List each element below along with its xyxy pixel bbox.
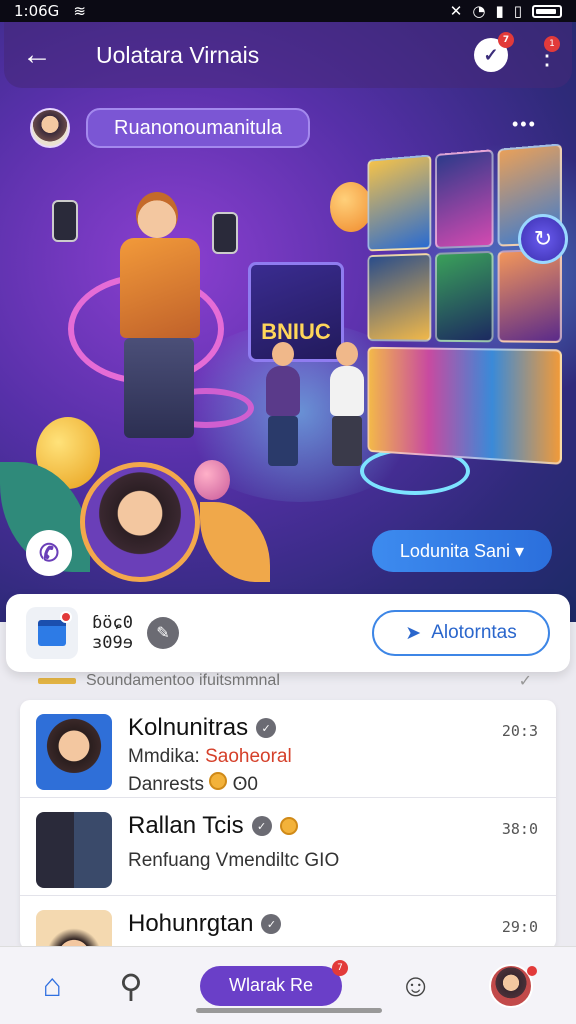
- collapsed-row-text: Soundamentoo ifuitsmmnal: [86, 672, 280, 689]
- character-head: [136, 192, 178, 238]
- video-tile: [367, 154, 432, 252]
- item-subtitle: Renfuang Vmendiltc GIO: [128, 850, 340, 871]
- avatar[interactable]: [30, 108, 70, 148]
- avatar[interactable]: [489, 963, 538, 1008]
- character-illustration: [322, 342, 372, 472]
- video-tile: [367, 346, 562, 465]
- kebab-icon[interactable]: ⋮ 1: [534, 36, 560, 68]
- character-body: [120, 238, 200, 338]
- item-detail: Danrests: [128, 774, 205, 795]
- character-body: [266, 366, 300, 416]
- signal-icon: ▮: [495, 2, 504, 20]
- verified-icon: ✓: [256, 718, 277, 738]
- stats-values: ɓöɕ0 ɜ09ɘ: [92, 613, 133, 653]
- item-title: Hohunrgtan: [128, 910, 254, 937]
- online-dot: [527, 965, 538, 976]
- status-time: 1:06G: [14, 2, 60, 20]
- share-icon[interactable]: ✆: [26, 530, 72, 576]
- nav-pill-label: Wlarak Re: [229, 975, 314, 995]
- chat-bubble-icon[interactable]: ☺: [399, 967, 432, 1004]
- lodunita-button[interactable]: Lodunita Sani ▾: [372, 530, 552, 572]
- chat-icon[interactable]: ✓ 7: [474, 32, 514, 72]
- item-subtitle-accent: Saoheoral: [205, 746, 292, 767]
- hero-banner: ← Uolatara Virnais ✓ 7 ⋮ 1 Ruanonoumanit…: [0, 22, 576, 622]
- character-body: [330, 366, 364, 416]
- balloon-decoration: [330, 182, 372, 232]
- app-bar: ← Uolatara Virnais ✓ 7 ⋮ 1: [4, 22, 572, 88]
- verified-icon: ✓: [261, 914, 282, 934]
- stats-line-1: ɓöɕ0: [92, 613, 133, 633]
- wifi-signal-icon: ◔: [472, 2, 486, 20]
- item-detail-extra: ʘ0: [232, 774, 258, 795]
- calendar-icon[interactable]: [26, 607, 78, 659]
- page-title: Uolatara Virnais: [96, 41, 260, 68]
- phone-icon: [52, 200, 78, 242]
- alotorntas-label: Alotorntas: [431, 622, 517, 643]
- coin-icon: [279, 817, 298, 835]
- item-thumbnail: [36, 910, 112, 950]
- character-head: [336, 342, 358, 366]
- refresh-icon[interactable]: ↻: [518, 214, 568, 264]
- send-icon: ➤: [405, 622, 422, 644]
- sim-icon: ▯: [513, 2, 522, 20]
- notification-badge: 7: [498, 32, 514, 48]
- back-arrow-icon[interactable]: ←: [22, 38, 66, 72]
- item-title: Kolnunitras: [128, 714, 249, 741]
- character-legs: [332, 416, 362, 466]
- conversation-list: Kolnunitras ✓ Mmdika: Saoheoral Danrests …: [20, 700, 556, 950]
- more-icon[interactable]: •••: [512, 114, 537, 135]
- item-subtitle: Mmdika:: [128, 746, 206, 767]
- video-tile: [497, 248, 562, 344]
- video-tile: [435, 250, 494, 343]
- video-tile: [367, 253, 432, 342]
- mute-icon: ✕: [449, 2, 463, 20]
- alotorntas-button[interactable]: ➤ Alotorntas: [372, 610, 550, 656]
- item-thumbnail: [36, 812, 112, 888]
- list-item[interactable]: Kolnunitras ✓ Mmdika: Saoheoral Danrests …: [20, 700, 556, 798]
- profile-name-pill[interactable]: Ruanonoumanitula: [86, 108, 310, 148]
- video-tile: [435, 149, 494, 249]
- item-time: 38:0: [501, 820, 538, 838]
- character-legs: [124, 338, 194, 438]
- wifi-icon: ≋: [73, 2, 86, 20]
- home-icon[interactable]: ⌂: [43, 967, 62, 1004]
- calendar-badge: [60, 611, 72, 623]
- item-time: 20:3: [501, 722, 538, 740]
- home-indicator[interactable]: [196, 1008, 382, 1013]
- screen-wall: [367, 143, 562, 500]
- calendar-glyph: [38, 620, 66, 646]
- item-thumbnail: [36, 714, 112, 790]
- nav-pill-badge: 7: [332, 959, 349, 976]
- coin-icon: [209, 772, 228, 790]
- leaf-decoration: [200, 502, 270, 582]
- featured-avatar[interactable]: [80, 462, 200, 582]
- stats-card: ɓöɕ0 ɜ09ɘ ✎ ➤ Alotorntas: [6, 594, 570, 672]
- balloon-decoration: [194, 460, 230, 500]
- stats-line-2: ɜ09ɘ: [92, 633, 133, 653]
- verified-icon: ✓: [251, 816, 272, 836]
- menu-badge: 1: [544, 36, 560, 52]
- row-accent-bar: [38, 678, 76, 684]
- character-illustration: [52, 192, 240, 452]
- chevron-down-icon[interactable]: ✓: [519, 671, 532, 691]
- item-title: Rallan Tcis: [128, 812, 244, 839]
- battery-icon: [532, 4, 562, 18]
- collapsed-row[interactable]: Soundamentoo ifuitsmmnal ✓: [20, 670, 556, 692]
- status-bar: 1:06G ≋ ✕ ◔ ▮ ▯: [0, 0, 576, 22]
- character-illustration: [258, 342, 308, 472]
- list-item[interactable]: Hohunrgtan ✓ 29:0: [20, 896, 556, 950]
- list-item[interactable]: Rallan Tcis ✓ Renfuang Vmendiltc GIO 38:0: [20, 798, 556, 896]
- nav-pill-button[interactable]: Wlarak Re 7: [200, 959, 349, 1006]
- edit-icon[interactable]: ✎: [146, 617, 179, 649]
- item-time: 29:0: [501, 918, 538, 936]
- character-head: [272, 342, 294, 366]
- character-legs: [268, 416, 298, 466]
- search-icon[interactable]: ⚲: [119, 967, 142, 1005]
- phone-icon: [212, 212, 238, 254]
